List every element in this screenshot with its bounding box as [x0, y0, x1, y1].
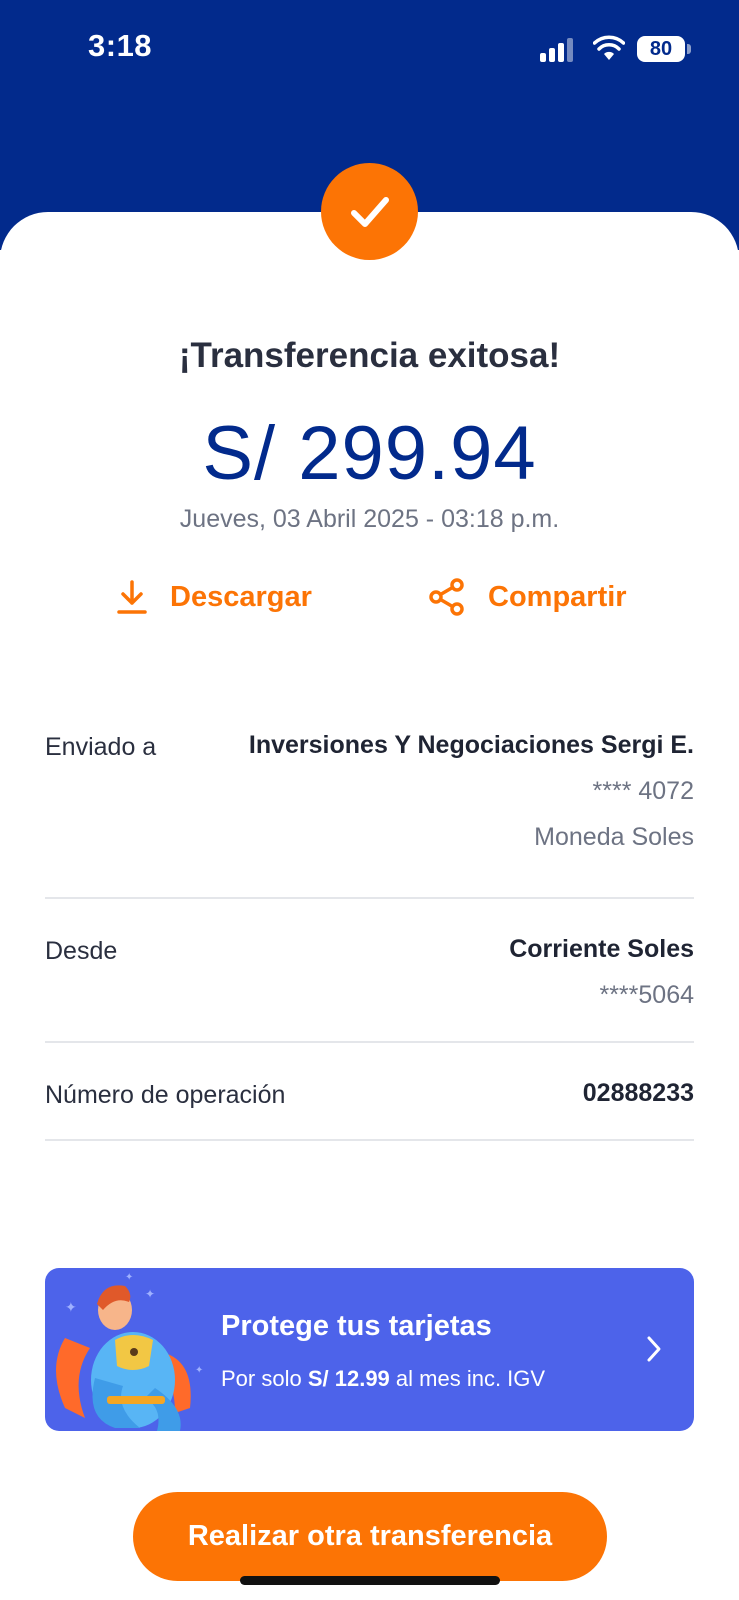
promo-banner-card-protection[interactable]: ✦ ✦ ✦ ✦ Protege tus tarjetas Por solo S/… [45, 1268, 694, 1431]
detail-row-operation: Número de operación 02888233 [45, 1043, 694, 1141]
svg-text:✦: ✦ [125, 1272, 133, 1283]
download-icon [117, 580, 147, 614]
chevron-right-icon [647, 1336, 661, 1362]
share-button[interactable]: Compartir [428, 575, 627, 619]
home-indicator [240, 1576, 500, 1585]
svg-text:✦: ✦ [65, 1300, 77, 1316]
share-label: Compartir [488, 580, 627, 613]
download-label: Descargar [170, 580, 312, 613]
transfer-amount: S/ 299.94 [202, 411, 537, 496]
page-title: ¡Transferencia exitosa! [178, 336, 561, 375]
battery-icon: 80 [637, 36, 685, 62]
success-badge [321, 163, 418, 260]
promo-title: Protege tus tarjetas [221, 1310, 492, 1342]
recipient-currency: Moneda Soles [534, 823, 694, 851]
superhero-illustration: ✦ ✦ ✦ ✦ [56, 1272, 203, 1431]
recipient-account: **** 4072 [592, 777, 694, 805]
new-transfer-button[interactable]: Realizar otra transferencia [133, 1492, 607, 1581]
battery-tip [687, 44, 691, 54]
recipient-name: Inversiones Y Negociaciones Sergi E. [248, 731, 694, 759]
promo-subtitle: Por solo S/ 12.99 al mes inc. IGV [221, 1366, 545, 1392]
svg-text:✦: ✦ [195, 1365, 203, 1376]
status-bar: 3:18 80 [0, 0, 739, 100]
promo-subtitle-suffix: al mes inc. IGV [395, 1366, 546, 1391]
detail-row-origin: Desde Corriente Soles ****5064 [45, 899, 694, 1043]
operation-label: Número de operación [45, 1081, 286, 1109]
origin-label: Desde [45, 937, 118, 965]
check-icon [350, 196, 389, 227]
origin-account-type: Corriente Soles [509, 935, 694, 963]
wifi-icon [593, 35, 625, 60]
promo-subtitle-prefix: Por solo [221, 1366, 302, 1391]
detail-row-recipient: Enviado a Inversiones Y Negociaciones Se… [45, 725, 694, 899]
signal-icon [540, 38, 580, 62]
recipient-label: Enviado a [45, 733, 157, 761]
promo-price: S/ 12.99 [307, 1366, 390, 1391]
operation-number: 02888233 [582, 1079, 694, 1107]
share-icon [429, 578, 464, 616]
download-button[interactable]: Descargar [116, 575, 312, 619]
svg-text:✦: ✦ [145, 1287, 155, 1301]
transfer-datetime: Jueves, 03 Abril 2025 - 03:18 p.m. [179, 505, 560, 533]
status-time: 3:18 [88, 28, 153, 63]
origin-account: ****5064 [599, 981, 694, 1009]
